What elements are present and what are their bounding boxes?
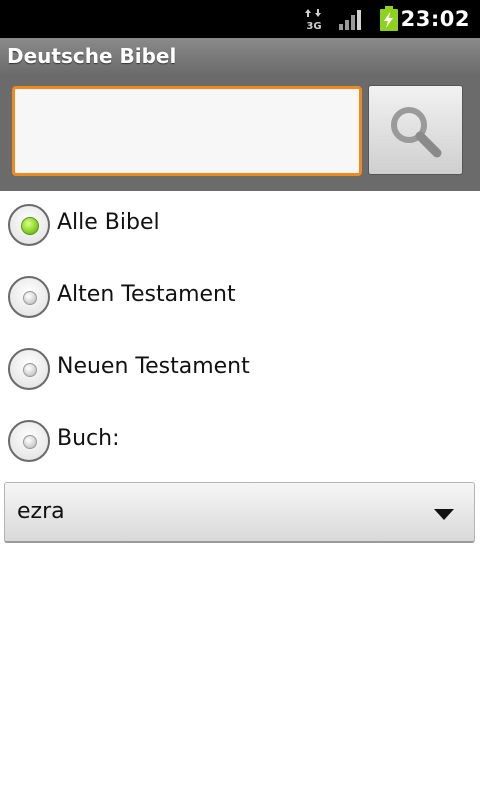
search-input[interactable] [12,86,362,176]
book-spinner-value: ezra [17,499,65,524]
data-arrows-icon: 3G [305,9,322,30]
radio-label: Alle Bibel [57,210,160,235]
radio-label: Buch: [57,426,120,451]
radio-button[interactable] [8,276,50,318]
radio-button[interactable] [8,204,50,246]
radio-option-neuen-testament[interactable]: Neuen Testament [0,348,480,408]
radio-unchecked-indicator [23,363,37,377]
search-bar [0,76,480,191]
radio-option-alten-testament[interactable]: Alten Testament [0,276,480,336]
radio-label: Neuen Testament [57,354,250,379]
radio-unchecked-indicator [23,435,37,449]
battery-charging-icon [380,6,398,31]
dropdown-arrow-icon [434,509,454,520]
radio-option-buch[interactable]: Buch: [0,420,480,480]
app-title: Deutsche Bibel [7,44,177,68]
search-button[interactable] [368,85,463,175]
search-icon [391,107,442,158]
status-time: 23:02 [400,7,470,31]
radio-option-alle-bibel[interactable]: Alle Bibel [0,204,480,264]
radio-button[interactable] [8,348,50,390]
network-type-label: 3G [306,21,321,30]
radio-unchecked-indicator [23,291,37,305]
app-title-bar: Deutsche Bibel [0,38,480,76]
radio-label: Alten Testament [57,282,236,307]
book-spinner[interactable]: ezra [4,482,475,543]
status-bar: 3G 23:02 [0,0,480,38]
signal-icon [339,10,361,30]
radio-button[interactable] [8,420,50,462]
radio-checked-indicator [21,217,39,235]
